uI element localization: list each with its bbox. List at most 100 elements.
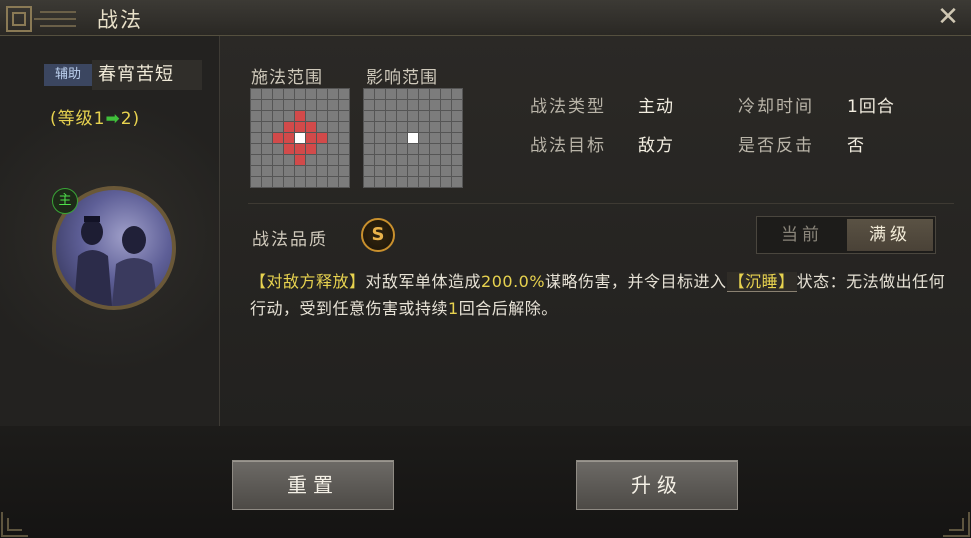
grid-cell: [339, 155, 349, 165]
grid-cell: [364, 100, 374, 110]
grid-cell: [262, 122, 272, 132]
grid-cell: [273, 166, 283, 176]
main-panel: 辅助 春宵苦短 (等级1➡2) 主 施法范围 影响范围 战法类型 主动 冷却时间…: [0, 36, 971, 426]
grid-cell: [273, 122, 283, 132]
grid-cell: [452, 177, 462, 187]
grid-cell: [284, 133, 294, 143]
grid-cell: [441, 144, 451, 154]
grid-cell: [375, 133, 385, 143]
grid-cell: [284, 144, 294, 154]
grid-cell: [251, 133, 261, 143]
cooldown-value: 1回合: [847, 97, 895, 117]
grid-cell: [328, 111, 338, 121]
grid-cell: [306, 166, 316, 176]
grid-cell: [284, 155, 294, 165]
grid-cell: [386, 155, 396, 165]
grid-cell: [328, 144, 338, 154]
grid-cell: [386, 122, 396, 132]
grid-cell: [295, 166, 305, 176]
reset-button[interactable]: 重置: [232, 460, 394, 510]
desc-status-link[interactable]: 【沉睡】: [726, 272, 797, 292]
grid-cell: [251, 100, 261, 110]
grid-cell: [295, 89, 305, 99]
corner-ornament-icon: [943, 512, 970, 537]
action-bar: 重置 升级: [0, 426, 971, 538]
grid-cell: [430, 155, 440, 165]
grid-cell: [364, 122, 374, 132]
grid-cell: [295, 111, 305, 121]
grid-cell: [397, 100, 407, 110]
grid-cell: [375, 100, 385, 110]
grid-cell: [408, 100, 418, 110]
grid-cell: [328, 122, 338, 132]
grid-cell: [339, 89, 349, 99]
grid-cell: [295, 177, 305, 187]
desc-text: 回合后解除。: [458, 299, 558, 318]
grid-cell: [251, 111, 261, 121]
grid-cell: [375, 144, 385, 154]
grid-cell: [317, 89, 327, 99]
grid-cell: [397, 133, 407, 143]
title-bar: 战法 ✕: [0, 0, 971, 36]
grid-cell: [397, 122, 407, 132]
cast-range-grid: [250, 88, 350, 188]
grid-cell: [364, 89, 374, 99]
grid-cell: [397, 166, 407, 176]
skill-target-label: 战法目标: [530, 136, 606, 156]
grid-cell: [397, 144, 407, 154]
grid-cell: [419, 133, 429, 143]
grid-cell: [419, 166, 429, 176]
grid-cell: [317, 122, 327, 132]
grid-cell: [397, 89, 407, 99]
grid-cell: [262, 111, 272, 121]
arrow-right-icon: ➡: [105, 109, 121, 129]
grid-cell: [419, 155, 429, 165]
grid-cell: [251, 122, 261, 132]
upgrade-button[interactable]: 升级: [576, 460, 738, 510]
close-icon[interactable]: ✕: [934, 4, 962, 32]
effect-range-label: 影响范围: [366, 68, 438, 88]
grid-cell: [441, 177, 451, 187]
corner-ornament-icon: [1, 512, 28, 537]
grid-cell: [408, 144, 418, 154]
grid-cell: [306, 111, 316, 121]
grid-cell: [328, 177, 338, 187]
grid-cell: [251, 155, 261, 165]
grid-cell: [386, 177, 396, 187]
grid-cell: [375, 111, 385, 121]
level-toggle: 当前 满级: [756, 216, 936, 254]
grid-cell: [375, 177, 385, 187]
grid-cell: [441, 133, 451, 143]
grid-cell: [408, 177, 418, 187]
grid-cell: [452, 155, 462, 165]
grid-cell: [364, 144, 374, 154]
grid-cell: [419, 177, 429, 187]
quality-label: 战法品质: [252, 230, 328, 250]
toggle-current-button[interactable]: 当前: [759, 219, 845, 251]
quality-badge: S: [361, 218, 395, 252]
grid-cell: [273, 133, 283, 143]
grid-cell: [386, 111, 396, 121]
grid-cell: [441, 155, 451, 165]
grid-cell: [452, 100, 462, 110]
grid-cell: [364, 155, 374, 165]
grid-cell: [339, 122, 349, 132]
grid-cell: [317, 155, 327, 165]
grid-cell: [452, 122, 462, 132]
grid-cell: [430, 144, 440, 154]
grid-cell: [251, 89, 261, 99]
grid-cell: [430, 166, 440, 176]
grid-cell: [408, 89, 418, 99]
grid-cell: [262, 155, 272, 165]
grid-cell: [441, 89, 451, 99]
grid-cell: [339, 100, 349, 110]
grid-cell: [375, 89, 385, 99]
skill-summary-panel: 辅助 春宵苦短 (等级1➡2) 主: [0, 36, 220, 426]
grid-cell: [306, 89, 316, 99]
toggle-max-button[interactable]: 满级: [847, 219, 933, 251]
grid-cell: [386, 144, 396, 154]
grid-cell: [419, 100, 429, 110]
grid-cell: [284, 177, 294, 187]
grid-cell: [284, 166, 294, 176]
grid-cell: [317, 111, 327, 121]
